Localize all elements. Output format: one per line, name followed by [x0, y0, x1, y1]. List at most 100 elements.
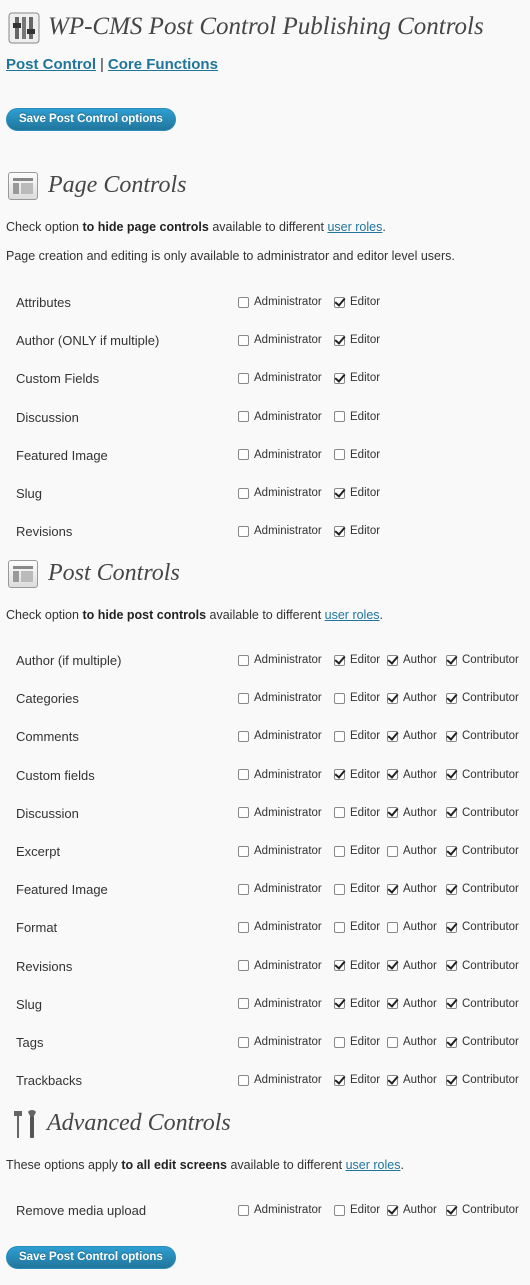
role-option-administrator[interactable]: Administrator	[238, 296, 322, 308]
role-option-contributor[interactable]: Contributor	[446, 921, 519, 933]
role-option-contributor[interactable]: Contributor	[446, 845, 519, 857]
role-option-editor[interactable]: Editor	[334, 487, 380, 499]
role-option-author[interactable]: Author	[387, 730, 437, 742]
checkbox[interactable]	[387, 1074, 398, 1086]
checkbox[interactable]	[387, 998, 398, 1010]
checkbox[interactable]	[334, 998, 345, 1010]
checkbox[interactable]	[238, 487, 249, 499]
save-button-bottom[interactable]: Save Post Control options	[6, 1246, 176, 1269]
role-option-administrator[interactable]: Administrator	[238, 807, 322, 819]
checkbox[interactable]	[238, 654, 249, 666]
post-control-link[interactable]: Post Control	[6, 56, 96, 73]
checkbox[interactable]	[238, 1074, 249, 1086]
role-option-administrator[interactable]: Administrator	[238, 960, 322, 972]
role-option-author[interactable]: Author	[387, 1074, 437, 1086]
role-option-administrator[interactable]: Administrator	[238, 1204, 322, 1216]
checkbox[interactable]	[334, 1036, 345, 1048]
checkbox[interactable]	[387, 769, 398, 781]
checkbox[interactable]	[387, 692, 398, 704]
checkbox[interactable]	[334, 960, 345, 972]
checkbox[interactable]	[238, 883, 249, 895]
checkbox[interactable]	[334, 525, 345, 537]
checkbox[interactable]	[238, 730, 249, 742]
checkbox[interactable]	[387, 960, 398, 972]
checkbox[interactable]	[446, 1204, 457, 1216]
role-option-editor[interactable]: Editor	[334, 1036, 380, 1048]
role-option-administrator[interactable]: Administrator	[238, 730, 322, 742]
checkbox[interactable]	[238, 807, 249, 819]
checkbox[interactable]	[446, 730, 457, 742]
role-option-editor[interactable]: Editor	[334, 960, 380, 972]
role-option-editor[interactable]: Editor	[334, 921, 380, 933]
role-option-administrator[interactable]: Administrator	[238, 525, 322, 537]
checkbox[interactable]	[334, 487, 345, 499]
role-option-administrator[interactable]: Administrator	[238, 692, 322, 704]
role-option-editor[interactable]: Editor	[334, 807, 380, 819]
checkbox[interactable]	[446, 692, 457, 704]
role-option-editor[interactable]: Editor	[334, 883, 380, 895]
checkbox[interactable]	[446, 845, 457, 857]
role-option-editor[interactable]: Editor	[334, 411, 380, 423]
checkbox[interactable]	[238, 845, 249, 857]
checkbox[interactable]	[238, 692, 249, 704]
role-option-editor[interactable]: Editor	[334, 769, 380, 781]
save-button-top[interactable]: Save Post Control options	[6, 108, 176, 131]
checkbox[interactable]	[446, 998, 457, 1010]
checkbox[interactable]	[387, 845, 398, 857]
role-option-editor[interactable]: Editor	[334, 730, 380, 742]
role-option-editor[interactable]: Editor	[334, 334, 380, 346]
checkbox[interactable]	[238, 372, 249, 384]
checkbox[interactable]	[334, 769, 345, 781]
role-option-editor[interactable]: Editor	[334, 654, 380, 666]
role-option-editor[interactable]: Editor	[334, 525, 380, 537]
checkbox[interactable]	[334, 449, 345, 461]
role-option-administrator[interactable]: Administrator	[238, 334, 322, 346]
checkbox[interactable]	[334, 921, 345, 933]
checkbox[interactable]	[334, 334, 345, 346]
checkbox[interactable]	[334, 372, 345, 384]
checkbox[interactable]	[387, 730, 398, 742]
role-option-administrator[interactable]: Administrator	[238, 1036, 322, 1048]
role-option-editor[interactable]: Editor	[334, 449, 380, 461]
checkbox[interactable]	[238, 296, 249, 308]
checkbox[interactable]	[334, 296, 345, 308]
checkbox[interactable]	[446, 1074, 457, 1086]
role-option-editor[interactable]: Editor	[334, 372, 380, 384]
role-option-administrator[interactable]: Administrator	[238, 1074, 322, 1086]
role-option-author[interactable]: Author	[387, 883, 437, 895]
role-option-author[interactable]: Author	[387, 654, 437, 666]
checkbox[interactable]	[446, 921, 457, 933]
checkbox[interactable]	[446, 960, 457, 972]
checkbox[interactable]	[334, 845, 345, 857]
checkbox[interactable]	[387, 921, 398, 933]
role-option-author[interactable]: Author	[387, 807, 437, 819]
checkbox[interactable]	[334, 411, 345, 423]
role-option-administrator[interactable]: Administrator	[238, 372, 322, 384]
role-option-administrator[interactable]: Administrator	[238, 921, 322, 933]
role-option-editor[interactable]: Editor	[334, 296, 380, 308]
checkbox[interactable]	[238, 960, 249, 972]
checkbox[interactable]	[238, 998, 249, 1010]
checkbox[interactable]	[446, 769, 457, 781]
user-roles-link[interactable]: user roles	[325, 608, 380, 622]
core-functions-link[interactable]: Core Functions	[108, 56, 218, 73]
role-option-contributor[interactable]: Contributor	[446, 654, 519, 666]
checkbox[interactable]	[238, 334, 249, 346]
role-option-author[interactable]: Author	[387, 692, 437, 704]
role-option-administrator[interactable]: Administrator	[238, 883, 322, 895]
checkbox[interactable]	[334, 692, 345, 704]
checkbox[interactable]	[446, 883, 457, 895]
role-option-author[interactable]: Author	[387, 960, 437, 972]
role-option-administrator[interactable]: Administrator	[238, 654, 322, 666]
checkbox[interactable]	[387, 1036, 398, 1048]
checkbox[interactable]	[334, 654, 345, 666]
checkbox[interactable]	[334, 1204, 345, 1216]
role-option-author[interactable]: Author	[387, 1036, 437, 1048]
checkbox[interactable]	[334, 807, 345, 819]
checkbox[interactable]	[238, 769, 249, 781]
role-option-contributor[interactable]: Contributor	[446, 692, 519, 704]
user-roles-link[interactable]: user roles	[327, 220, 382, 234]
role-option-editor[interactable]: Editor	[334, 998, 380, 1010]
checkbox[interactable]	[238, 525, 249, 537]
role-option-author[interactable]: Author	[387, 921, 437, 933]
